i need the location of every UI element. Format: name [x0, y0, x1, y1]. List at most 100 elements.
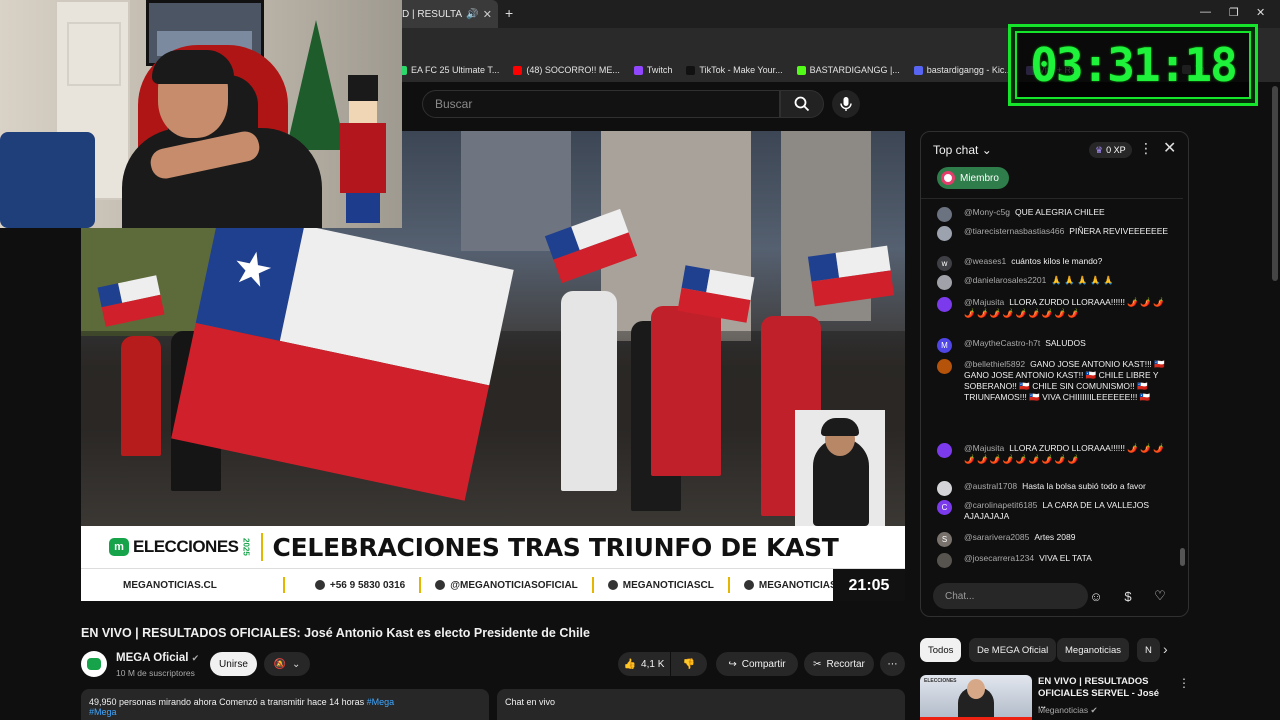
xp-badge[interactable]: ♛ 0 XP	[1089, 142, 1132, 158]
chevron-right-icon[interactable]: ›	[1163, 641, 1168, 657]
chat-message[interactable]: w @weases1 cuántos kilos le mando?	[937, 256, 1169, 271]
chat-author[interactable]: @MaytheCastro-h7t	[964, 338, 1040, 348]
bookmark-label: bastardigangg - Kic...	[926, 65, 1012, 75]
bookmark-item[interactable]: BASTARDIGANGG |...	[796, 65, 900, 75]
filter-chip[interactable]: Meganoticias	[1057, 638, 1129, 662]
browser-tab-active[interactable]: D | RESULTADOS 🔊 ✕	[396, 0, 498, 28]
chat-author[interactable]: @weases1	[964, 256, 1006, 266]
clip-label: Recortar	[826, 658, 865, 670]
chat-message[interactable]: @josecarrera1234 VIVA EL TATA	[937, 553, 1169, 568]
member-filter-chip[interactable]: Miembro	[937, 167, 1009, 189]
recommended-channel[interactable]: Meganoticias ✔	[1038, 705, 1098, 716]
avatar: M	[937, 338, 952, 353]
nutcracker-decoration	[336, 75, 392, 225]
chat-message[interactable]: @Majusita LLORA ZURDO LLORAAA!!!!!! 🌶️ 🌶️…	[937, 443, 1169, 465]
maximize-icon[interactable]: ❐	[1229, 6, 1239, 19]
hashtag[interactable]: #Mega	[89, 707, 117, 717]
close-tab-icon[interactable]: ✕	[483, 8, 492, 21]
chat-message[interactable]: S @sararivera2085 Artes 2089	[937, 532, 1169, 547]
view-stats: 49,950 personas mirando ahora Comenzó a …	[89, 697, 365, 707]
spotify-icon	[743, 580, 754, 590]
member-icon	[941, 171, 955, 185]
chat-mode-label: Top chat	[933, 143, 979, 157]
subscriber-count: 10 M de suscriptores	[116, 668, 195, 678]
chat-author[interactable]: @sararivera2085	[964, 532, 1029, 542]
more-options-icon[interactable]: ⋮	[1139, 140, 1153, 157]
chat-author[interactable]: @austral1708	[964, 481, 1017, 491]
search-input[interactable]: Buscar	[422, 90, 780, 118]
bookmark-item[interactable]: Twitch	[633, 65, 672, 75]
verified-icon: ✔	[191, 653, 200, 663]
live-chat-section[interactable]: Chat en vivo	[497, 689, 905, 720]
chat-author[interactable]: @Mony-c5g	[964, 207, 1010, 217]
chat-author[interactable]: @danielarosales2201	[964, 275, 1046, 285]
avatar	[937, 443, 952, 458]
chevron-down-icon: ⌄	[292, 658, 301, 670]
chat-message[interactable]: @austral1708 Hasta la bolsa subió todo a …	[937, 481, 1169, 496]
chat-message[interactable]: @tiarecisternasbastias466 PIÑERA REVIVEEE…	[937, 226, 1169, 241]
filter-chip[interactable]: N	[1137, 638, 1160, 662]
minimize-icon[interactable]: —	[1200, 6, 1211, 18]
chat-message[interactable]: @danielarosales2201 🙏 🙏 🙏 🙏 🙏	[937, 275, 1169, 290]
chat-message[interactable]: C @carolinapetit6185 LA CARA DE LA VALLEJO…	[937, 500, 1169, 522]
page-scrollbar[interactable]	[1272, 86, 1278, 281]
clip-button[interactable]: ✂ Recortar	[804, 652, 874, 676]
dislike-button[interactable]: 👎	[671, 652, 707, 676]
super-chat-icon[interactable]: $	[1119, 587, 1137, 605]
ticker-text: MEGANOTICIAS.CL	[123, 579, 217, 591]
more-actions-button[interactable]: ⋯	[880, 652, 905, 676]
chat-mode-dropdown[interactable]: Top chat ⌄	[933, 143, 992, 157]
chat-scrollbar[interactable]	[1180, 202, 1186, 572]
chat-text: cuántos kilos le mando?	[1011, 256, 1103, 266]
avatar: w	[937, 256, 952, 271]
chat-message[interactable]: @Majusita LLORA ZURDO LLORAAA!!!!!! 🌶️ 🌶️…	[937, 297, 1169, 319]
channel-name[interactable]: MEGA Oficial ✔	[116, 652, 199, 664]
speaker-icon[interactable]: 🔊	[466, 9, 478, 20]
ticker-item: @MEGANOTICIASOFICIAL	[435, 580, 578, 591]
join-button[interactable]: Unirse	[210, 652, 257, 676]
more-options-icon[interactable]: ⋮	[1178, 676, 1190, 690]
thumbnail-label: ELECCIONES	[924, 678, 957, 684]
chat-author[interactable]: @Majusita	[964, 297, 1004, 307]
hashtag[interactable]: #Mega	[367, 697, 395, 707]
bookmark-item[interactable]: bastardigangg - Kic...	[913, 65, 1012, 75]
notifications-button[interactable]: 🔕 ⌄	[264, 652, 310, 676]
search-button[interactable]	[780, 90, 824, 118]
filter-chip[interactable]: Todos	[920, 638, 962, 662]
chat-message[interactable]: M @MaytheCastro-h7t SALUDOS	[937, 338, 1169, 353]
window-close-icon[interactable]: ✕	[1256, 6, 1265, 19]
channel-avatar[interactable]	[81, 651, 107, 677]
bookmark-item[interactable]: (48) SOCORRO!! ME...	[513, 65, 620, 75]
description-box[interactable]: 49,950 personas mirando ahora Comenzó a …	[81, 689, 489, 720]
chat-text: Hasta la bolsa subió todo a favor	[1022, 481, 1146, 491]
new-tab-button[interactable]: +	[505, 5, 513, 21]
chat-author[interactable]: @josecarrera1234	[964, 553, 1034, 563]
bookmark-label: EA FC 25 Ultimate T...	[411, 65, 500, 75]
emoji-icon[interactable]: ☺	[1087, 587, 1105, 605]
bookmark-item[interactable]: EA FC 25 Ultimate T...	[398, 65, 499, 75]
close-chat-icon[interactable]: ✕	[1163, 138, 1176, 158]
heart-icon[interactable]: ♡	[1151, 587, 1169, 605]
like-button[interactable]: 👍 4,1 K	[618, 652, 670, 676]
ticker-item: MEGANOTICIAS.CL	[123, 580, 217, 591]
chile-flag	[807, 245, 895, 307]
chat-text: VIVA EL TATA	[1039, 553, 1092, 563]
share-button[interactable]: ↪ Compartir	[716, 652, 798, 676]
chat-author[interactable]: @bellethiel5892	[964, 359, 1025, 369]
filter-chip[interactable]: De MEGA Oficial	[969, 638, 1057, 662]
bookmark-item[interactable]: TikTok - Make Your...	[686, 65, 783, 75]
chat-author[interactable]: @carolinapetit6185	[964, 500, 1037, 510]
chat-message[interactable]: @Mony-c5g QUE ALEGRIA CHILEE	[937, 207, 1169, 222]
youtube-icon	[435, 580, 446, 590]
recommended-video-thumbnail[interactable]: ELECCIONES	[920, 675, 1032, 720]
share-icon: ↪	[728, 658, 737, 670]
voice-search-button[interactable]	[832, 90, 860, 118]
chat-input[interactable]: Chat...	[933, 583, 1088, 609]
bookmark-favicon-icon	[796, 65, 806, 75]
chat-text: SALUDOS	[1045, 338, 1086, 348]
chat-author[interactable]: @tiarecisternasbastias466	[964, 226, 1064, 236]
chat-author[interactable]: @Majusita	[964, 443, 1004, 453]
mega-logo-icon: m	[109, 538, 129, 556]
broadcast-clock: 21:05	[833, 569, 905, 601]
chat-message[interactable]: @bellethiel5892 GANO JOSE ANTONIO KAST!!!…	[937, 359, 1169, 403]
